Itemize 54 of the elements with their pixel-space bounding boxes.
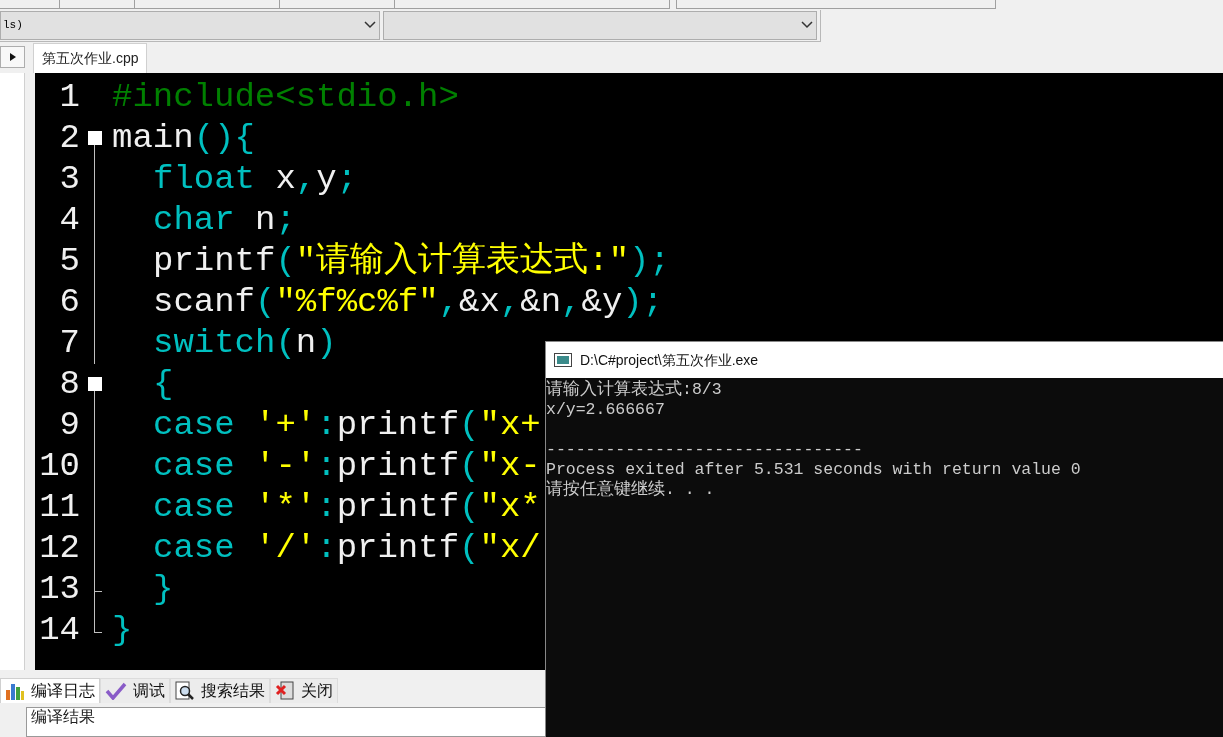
- code-line: }: [112, 610, 133, 651]
- line-number: 2: [58, 118, 80, 159]
- file-tab[interactable]: 第五次作业.cpp: [33, 43, 148, 73]
- line-number: 10: [38, 446, 80, 487]
- code-line: scanf("%f%c%f",&x,&n,&y);: [152, 282, 664, 323]
- code-line: case '*':printf("x*: [152, 487, 541, 528]
- panel-tab[interactable]: 编译日志: [0, 678, 100, 703]
- panel-tab[interactable]: 调试: [100, 678, 170, 703]
- console-output: x/y=2.666667: [546, 400, 665, 420]
- code-line: printf("请输入计算表达式:");: [152, 241, 670, 282]
- line-number: 6: [58, 282, 80, 323]
- fold-toggle[interactable]: [88, 377, 102, 391]
- fold-toggle[interactable]: [88, 131, 102, 145]
- checkmark-icon: [105, 682, 127, 700]
- line-number: 14: [38, 610, 80, 651]
- panel-heading: 编译结果: [31, 708, 95, 725]
- dropdown-value: ls): [3, 18, 23, 34]
- code-line: #include<stdio.h>: [112, 77, 459, 118]
- console-output: 请按任意键继续. . .: [546, 480, 715, 500]
- code-line: switch(n): [152, 323, 337, 364]
- line-number: 4: [58, 200, 80, 241]
- triangle-right-icon: [9, 53, 16, 61]
- bar-chart-icon: [5, 682, 25, 700]
- code-line: case '/':printf("x/: [152, 528, 541, 569]
- chevron-down-icon: [800, 20, 814, 31]
- dropdown[interactable]: [382, 10, 817, 40]
- code-line: char n;: [152, 200, 296, 241]
- panel-tab[interactable]: 关闭: [270, 678, 338, 703]
- console-output: Process exited after 5.531 seconds with return value 0: [546, 460, 1081, 480]
- line-number: 11: [38, 487, 80, 528]
- console-output: 请输入计算表达式:8/3: [546, 380, 722, 400]
- line-number: 8: [58, 364, 80, 405]
- window-title: D:\C#project\第五次作业.exe: [580, 350, 759, 370]
- line-number: 12: [38, 528, 80, 569]
- console-separator: --------------------------------: [546, 440, 863, 460]
- close-document-icon: [275, 681, 295, 701]
- panel-tab[interactable]: 搜索结果: [170, 678, 270, 703]
- code-line: case '+':printf("x+: [152, 405, 541, 446]
- code-line: float x,y;: [152, 159, 358, 200]
- line-number: 13: [38, 569, 80, 610]
- line-number: 3: [58, 159, 80, 200]
- console-app-icon: [554, 353, 572, 367]
- code-line: main(){: [112, 118, 255, 159]
- code-line: }: [152, 569, 174, 610]
- chevron-down-icon: [362, 20, 377, 31]
- line-number: 7: [58, 323, 80, 364]
- dropdown[interactable]: ls): [0, 10, 380, 40]
- code-line: {: [152, 364, 174, 405]
- code-line: case '-':printf("x-: [152, 446, 541, 487]
- search-document-icon: [175, 681, 195, 701]
- line-number: 5: [58, 241, 80, 282]
- line-number: 9: [58, 405, 80, 446]
- scroll-right-button[interactable]: [0, 46, 25, 68]
- line-number: 1: [58, 77, 80, 118]
